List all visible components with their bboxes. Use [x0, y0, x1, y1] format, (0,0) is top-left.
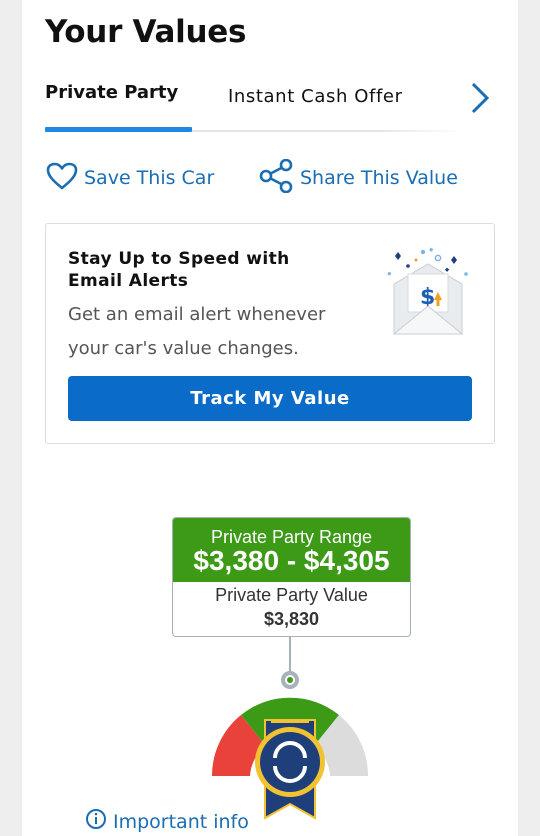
value-tabs: Private Party Instant Cash Offer	[45, 82, 485, 132]
alert-title: Stay Up to Speed with Email Alerts	[68, 249, 290, 291]
important-info-link[interactable]: Important info	[85, 808, 249, 835]
value-label: Private Party Value	[215, 585, 368, 605]
tabs-next-button[interactable]	[465, 80, 495, 116]
share-icon	[258, 158, 294, 198]
chevron-right-icon	[471, 82, 490, 114]
save-car-button[interactable]: Save This Car	[46, 160, 214, 196]
info-icon	[85, 808, 107, 835]
values-card: Your Values Private Party Instant Cash O…	[22, 0, 518, 836]
page-title: Your Values	[45, 14, 247, 50]
email-alert-card: Stay Up to Speed with Email Alerts Get a…	[45, 223, 495, 444]
tab-private-party[interactable]: Private Party	[45, 82, 178, 103]
track-my-value-button[interactable]: Track My Value	[68, 376, 472, 421]
alert-description: Get an email alert whenever your car's v…	[68, 304, 326, 359]
share-value-button[interactable]: Share This Value	[258, 158, 458, 198]
save-car-label: Save This Car	[84, 167, 215, 189]
kbb-badge-icon	[255, 719, 325, 820]
heart-icon	[46, 162, 78, 195]
email-dollar-illustration: $	[378, 244, 478, 339]
share-value-label: Share This Value	[300, 167, 458, 189]
tab-instant-cash-offer[interactable]: Instant Cash Offer	[228, 86, 403, 107]
value-gauge	[205, 636, 375, 826]
range-value: $3,380 - $4,305	[193, 545, 390, 576]
range-header: Private Party Range $3,380 - $4,305	[173, 518, 410, 582]
active-tab-indicator	[45, 127, 192, 132]
private-party-range-card: Private Party Range $3,380 - $4,305 Priv…	[172, 517, 411, 637]
value-amount: $3,830	[263, 609, 320, 629]
important-info-label: Important info	[113, 810, 249, 833]
